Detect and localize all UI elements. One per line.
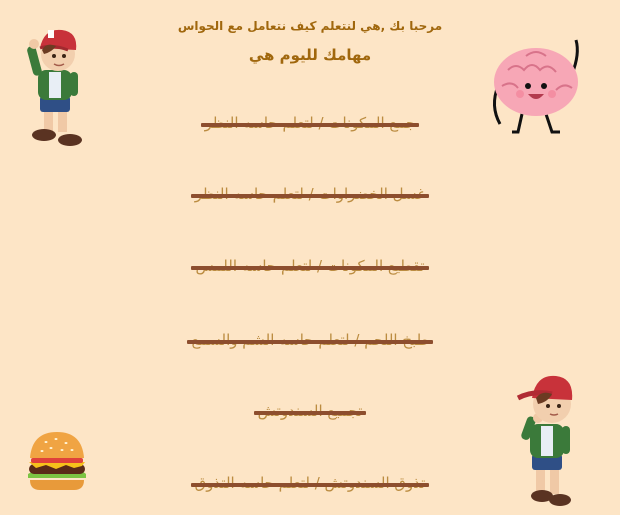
boy-character-icon — [27, 29, 82, 146]
task-item-2[interactable]: غسل الخضراوات / لتعلم حاسه النظر — [0, 185, 620, 203]
burger-icon — [28, 432, 86, 490]
strike-line — [253, 411, 367, 416]
game-screen: مرحبا بك ,هي لنتعلم كيف نتعامل مع الحواس… — [0, 0, 620, 515]
task-item-3[interactable]: تقطيع المكونات / لتعلم حاسه اللمس — [0, 257, 620, 275]
task-item-4[interactable]: طبخ اللحم / لتعلم حاسه الشم والسمع — [0, 331, 620, 349]
strike-line — [187, 340, 433, 345]
welcome-text: مرحبا بك ,هي لنتعلم كيف نتعامل مع الحواس — [177, 19, 443, 33]
strike-line — [200, 123, 420, 128]
strike-line — [190, 483, 430, 488]
strike-line — [191, 266, 429, 271]
boy-character-icon — [516, 375, 573, 506]
strike-line — [190, 194, 430, 199]
brain-character-icon — [493, 39, 579, 134]
